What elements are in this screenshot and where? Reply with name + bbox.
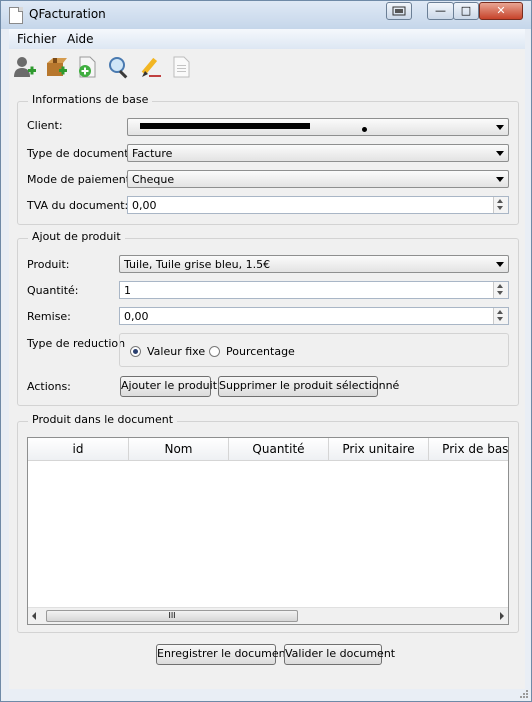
tva-input[interactable]: 0,00	[127, 196, 509, 214]
maximize-button[interactable]: □	[453, 2, 479, 20]
produit-select[interactable]: Tuile, Tuile grise bleu, 1.5€	[119, 255, 509, 273]
spin-down-icon	[497, 317, 503, 321]
supprimer-produit-button[interactable]: Supprimer le produit sélectionné	[218, 376, 399, 397]
quantite-label: Quantité:	[27, 284, 79, 297]
minimize-icon: —	[435, 4, 446, 17]
column-nom[interactable]: Nom	[129, 438, 229, 460]
add-product-icon[interactable]	[45, 55, 69, 79]
column-prix-unitaire[interactable]: Prix unitaire	[329, 438, 429, 460]
menu-bar: Fichier Aide	[9, 29, 525, 49]
menu-aide[interactable]: Aide	[67, 32, 94, 46]
valider-document-button[interactable]: Valider le document	[284, 644, 395, 665]
enregistrer-document-button[interactable]: Enregistrer le document	[156, 644, 290, 665]
close-button[interactable]: ✕	[479, 2, 523, 20]
group-title-ajout: Ajout de produit	[28, 230, 125, 243]
tva-label: TVA du document:	[27, 199, 129, 212]
app-document-icon	[9, 7, 23, 24]
chevron-down-icon	[496, 177, 504, 182]
search-icon[interactable]	[107, 55, 131, 79]
chevron-down-icon	[496, 151, 504, 156]
radio-selected-dot	[133, 349, 138, 354]
spin-down-icon	[497, 291, 503, 295]
group-title-informations: Informations de base	[28, 93, 153, 106]
quantite-spin-buttons[interactable]	[493, 282, 508, 298]
remise-spin-buttons[interactable]	[493, 308, 508, 324]
toolbar	[9, 49, 525, 86]
produit-label: Produit:	[27, 258, 70, 271]
maximize-icon: □	[460, 4, 472, 17]
quantite-input[interactable]: 1	[119, 281, 509, 299]
client-label: Client:	[27, 119, 63, 132]
close-icon: ✕	[496, 4, 506, 17]
chevron-down-icon	[496, 262, 504, 267]
scroll-right-icon[interactable]	[500, 612, 504, 620]
spin-up-icon	[497, 199, 503, 203]
chevron-down-icon	[496, 125, 504, 130]
minimize-button[interactable]: —	[427, 2, 454, 20]
title-bar[interactable]: QFacturation — □ ✕	[1, 1, 531, 29]
type-document-value: Facture	[132, 147, 173, 160]
menu-fichier[interactable]: Fichier	[17, 32, 56, 46]
radio-pourcentage[interactable]	[209, 346, 220, 357]
remise-value: 0,00	[124, 310, 149, 323]
spin-down-icon	[497, 206, 503, 210]
redacted-dot	[362, 127, 367, 132]
add-document-icon[interactable]	[75, 55, 99, 79]
actions-label: Actions:	[27, 380, 71, 393]
spin-up-icon	[497, 284, 503, 288]
main-content: Informations de base Client: Type de doc…	[9, 85, 525, 689]
mode-paiement-value: Cheque	[132, 173, 175, 186]
window-extra-icon	[392, 6, 406, 16]
table-header: id Nom Quantité Prix unitaire Prix de ba…	[28, 438, 508, 461]
tva-value: 0,00	[132, 199, 157, 212]
column-id[interactable]: id	[28, 438, 129, 460]
radio-pourcentage-label[interactable]: Pourcentage	[226, 345, 295, 358]
column-quantite[interactable]: Quantité	[229, 438, 329, 460]
client-select[interactable]	[127, 118, 509, 136]
mode-paiement-label: Mode de paiement:	[27, 173, 134, 186]
radio-valeur-fixe[interactable]	[130, 346, 141, 357]
resize-grip-icon[interactable]	[519, 689, 529, 699]
edit-icon[interactable]	[139, 55, 163, 79]
produit-value: Tuile, Tuile grise bleu, 1.5€	[124, 258, 271, 271]
spin-up-icon	[497, 310, 503, 314]
add-user-icon[interactable]	[13, 55, 37, 79]
tva-spin-buttons[interactable]	[493, 197, 508, 213]
window-title: QFacturation	[29, 7, 106, 21]
horizontal-scrollbar[interactable]: III	[28, 607, 508, 624]
quantite-value: 1	[124, 284, 131, 297]
application-window: QFacturation — □ ✕ Fichier Aide Informat…	[0, 0, 532, 702]
produits-table[interactable]: id Nom Quantité Prix unitaire Prix de ba…	[27, 437, 509, 625]
redacted-client-name	[140, 123, 310, 129]
mode-paiement-select[interactable]: Cheque	[127, 170, 509, 188]
type-document-select[interactable]: Facture	[127, 144, 509, 162]
radio-valeur-fixe-label[interactable]: Valeur fixe	[147, 345, 205, 358]
scroll-left-icon[interactable]	[32, 612, 36, 620]
document-icon[interactable]	[169, 55, 193, 79]
group-title-produits: Produit dans le document	[28, 413, 178, 426]
remise-input[interactable]: 0,00	[119, 307, 509, 325]
column-prix-de-base[interactable]: Prix de base	[429, 438, 508, 460]
remise-label: Remise:	[27, 310, 71, 323]
type-reduction-label: Type de reduction	[27, 337, 126, 350]
type-document-label: Type de document:	[27, 147, 133, 160]
window-extra-button[interactable]	[386, 2, 412, 20]
ajouter-produit-button[interactable]: Ajouter le produit	[120, 376, 217, 397]
scroll-thumb[interactable]: III	[46, 610, 298, 622]
